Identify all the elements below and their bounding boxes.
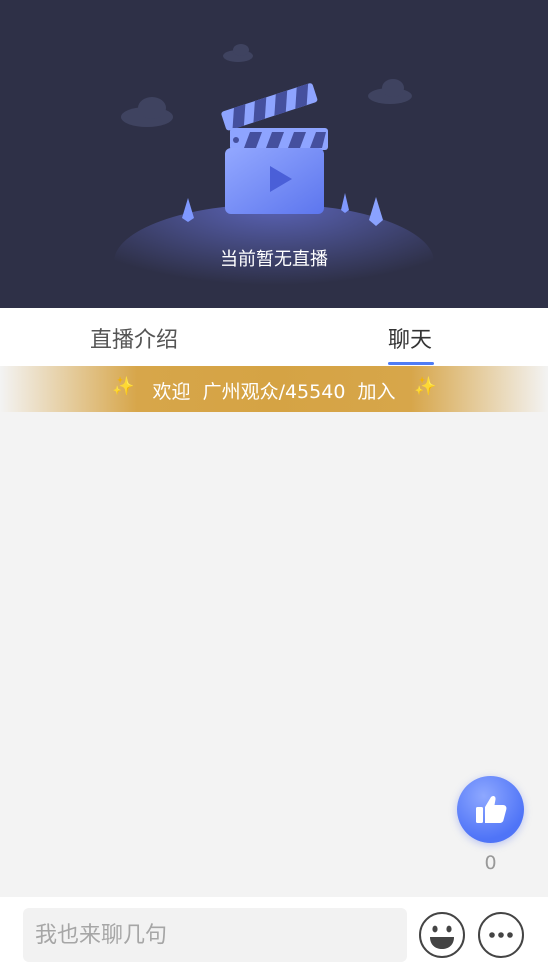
tab-bar: 直播介绍 聊天 (0, 308, 548, 366)
more-button[interactable] (477, 911, 525, 959)
active-tab-indicator (388, 362, 434, 365)
emoji-button[interactable] (418, 911, 466, 959)
welcome-text: 欢迎 广州观众/45540 加入 (152, 381, 396, 403)
like-count: 0 (484, 852, 497, 874)
video-player-area: 当前暂无直播 (0, 0, 548, 308)
emoji-icon (419, 912, 465, 958)
sparkle-icon: ✨ (414, 376, 437, 397)
thumbs-up-icon (476, 795, 507, 823)
tab-chat[interactable]: 聊天 (388, 322, 432, 354)
more-icon (478, 912, 524, 958)
chat-input[interactable] (23, 908, 407, 962)
welcome-banner: ✨ 欢迎 广州观众/45540 加入 ✨ (0, 366, 548, 412)
no-live-message: 当前暂无直播 (220, 249, 328, 270)
like-button[interactable] (457, 776, 524, 843)
tab-live-intro[interactable]: 直播介绍 (90, 322, 178, 354)
chat-input-bar (0, 897, 548, 974)
